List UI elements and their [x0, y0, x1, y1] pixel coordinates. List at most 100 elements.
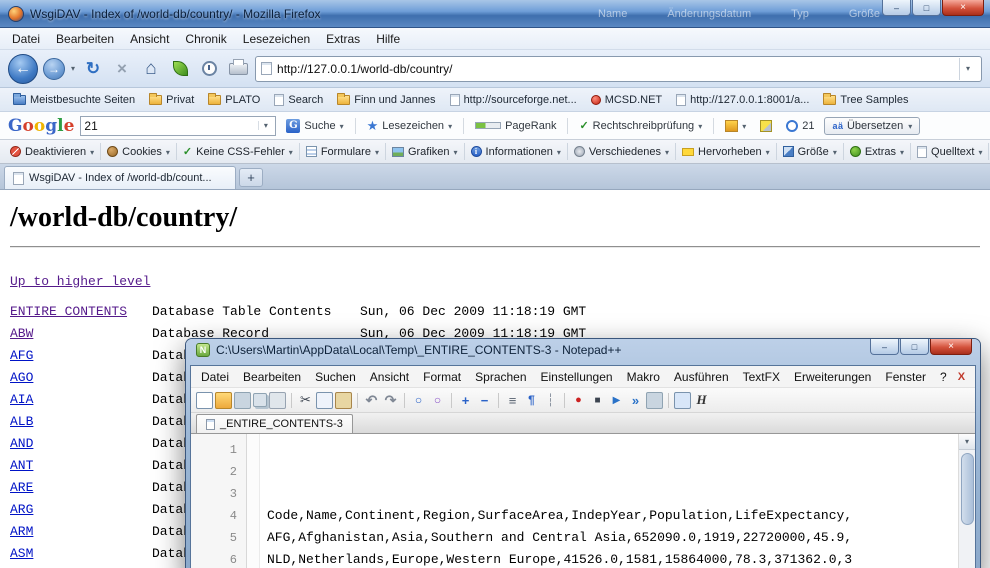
up-to-higher-level-link[interactable]: Up to higher level — [10, 274, 150, 289]
bookmark-item[interactable]: Tree Samples — [816, 92, 915, 108]
replace-icon[interactable] — [429, 392, 446, 409]
copy-icon[interactable] — [316, 392, 333, 409]
history-dropdown-icon[interactable] — [70, 64, 76, 73]
notepadpp-titlebar[interactable]: N C:\Users\Martin\AppData\Local\Temp\_EN… — [196, 343, 860, 357]
entry-link[interactable]: AFG — [10, 348, 33, 363]
pagerank-widget[interactable]: PageRank — [471, 118, 560, 134]
entry-link[interactable]: AGO — [10, 370, 33, 385]
bookmark-item[interactable]: Meistbesuchte Seiten — [6, 92, 142, 108]
show-all-characters-icon[interactable] — [523, 392, 540, 409]
close-button[interactable]: × — [930, 339, 972, 355]
editor-area[interactable]: 123456 Code,Name,Continent,Region,Surfac… — [191, 434, 975, 568]
webdev-menu-item[interactable]: Cookies — [101, 143, 177, 160]
minimize-button[interactable]: – — [882, 0, 911, 16]
code-text[interactable]: Code,Name,Continent,Region,SurfaceArea,I… — [260, 434, 958, 568]
url-dropdown-icon[interactable] — [959, 58, 976, 80]
search-history-dropdown-icon[interactable] — [258, 121, 272, 130]
url-input[interactable] — [277, 62, 954, 76]
menu-item[interactable]: Format — [416, 367, 468, 387]
menu-item[interactable]: Bearbeiten — [48, 29, 122, 49]
google-search-box[interactable] — [80, 116, 276, 136]
webdev-menu-item[interactable]: Extras — [844, 143, 911, 160]
menu-item[interactable]: Chronik — [177, 29, 234, 49]
entry-link[interactable]: AND — [10, 436, 33, 451]
menu-item[interactable]: Lesezeichen — [235, 29, 318, 49]
menu-item[interactable]: ? — [933, 367, 954, 387]
maximize-button[interactable]: □ — [900, 339, 929, 355]
menu-item[interactable]: Bearbeiten — [236, 367, 308, 387]
macro-play-icon[interactable] — [608, 392, 625, 409]
find-icon[interactable] — [410, 392, 427, 409]
entry-link[interactable]: ASM — [10, 546, 33, 561]
bookmark-item[interactable]: MCSD.NET — [584, 92, 669, 108]
translate-button[interactable]: Übersetzen — [824, 117, 920, 135]
webdev-menu-item[interactable]: Formulare — [300, 143, 386, 160]
home-button[interactable]: ⌂ — [139, 56, 163, 82]
webdev-menu-item[interactable]: Informationen — [465, 143, 568, 160]
bookmark-item[interactable]: http://127.0.0.1:8001/a... — [669, 92, 816, 108]
cut-icon[interactable] — [297, 392, 314, 409]
redo-icon[interactable] — [382, 392, 399, 409]
entry-link[interactable]: AIA — [10, 392, 33, 407]
entry-link[interactable]: ABW — [10, 326, 33, 341]
webdev-menu-item[interactable]: Grafiken — [386, 143, 465, 160]
url-bar[interactable] — [255, 56, 982, 82]
paste-icon[interactable] — [335, 392, 352, 409]
menu-item[interactable]: Ausführen — [667, 367, 736, 387]
forward-button[interactable]: → — [43, 58, 65, 80]
save-all-icon[interactable] — [253, 393, 267, 407]
zoom-out-icon[interactable] — [476, 392, 493, 409]
macro-save-icon[interactable] — [646, 392, 663, 409]
menu-item[interactable]: TextFX — [736, 367, 787, 387]
menu-item[interactable]: Extras — [318, 29, 368, 49]
minimize-button[interactable]: – — [870, 339, 899, 355]
webdev-menu-item[interactable]: Deaktivieren — [4, 143, 101, 160]
google-bookmarks-button[interactable]: Lesezeichen — [363, 116, 456, 136]
history-button[interactable] — [197, 56, 221, 82]
google-search-input[interactable] — [84, 119, 258, 133]
word-wrap-icon[interactable] — [504, 392, 521, 409]
entry-link[interactable]: ARM — [10, 524, 33, 539]
bookmark-item[interactable]: Privat — [142, 92, 201, 108]
highlighter-button[interactable] — [756, 118, 776, 134]
bookmark-item[interactable]: http://sourceforge.net... — [443, 92, 584, 108]
zoom-in-icon[interactable] — [457, 392, 474, 409]
macro-stop-icon[interactable] — [589, 392, 606, 409]
menu-item[interactable]: Einstellungen — [534, 367, 620, 387]
menu-item[interactable]: Erweiterungen — [787, 367, 878, 387]
maximize-button[interactable]: □ — [912, 0, 941, 16]
wsgidav-quill-button[interactable] — [168, 56, 192, 82]
scroll-up-icon[interactable] — [959, 434, 975, 450]
back-button[interactable]: ← — [8, 54, 38, 84]
entry-link[interactable]: ALB — [10, 414, 33, 429]
search-count[interactable]: 21 — [782, 118, 818, 134]
webdev-menu-item[interactable]: Keine CSS-Fehler — [177, 143, 300, 160]
scroll-thumb[interactable] — [961, 453, 974, 525]
entry-link[interactable]: ARE — [10, 480, 33, 495]
menu-item[interactable]: Datei — [4, 29, 48, 49]
menu-item[interactable]: Datei — [194, 367, 236, 387]
print-button[interactable] — [226, 56, 250, 82]
tab-wsgidav[interactable]: WsgiDAV - Index of /world-db/count... — [4, 166, 236, 189]
open-folder-icon[interactable] — [215, 392, 232, 409]
menu-item[interactable]: Makro — [620, 367, 667, 387]
menu-item[interactable]: Sprachen — [468, 367, 533, 387]
google-search-button[interactable]: G Suche — [282, 117, 347, 135]
bookmark-item[interactable]: Search — [267, 92, 330, 108]
menu-item[interactable]: Hilfe — [368, 29, 408, 49]
spellcheck-button[interactable]: Rechtschreibprüfung — [575, 117, 706, 134]
indent-guide-icon[interactable] — [542, 392, 559, 409]
vertical-scrollbar[interactable] — [958, 434, 975, 568]
menu-item[interactable]: Fenster — [878, 367, 933, 387]
close-button[interactable]: × — [942, 0, 984, 16]
bookmark-item[interactable]: PLATO — [201, 92, 267, 108]
document-tab[interactable]: _ENTIRE_CONTENTS-3 — [196, 414, 353, 433]
webdev-menu-item[interactable]: Hervorheben — [676, 143, 777, 160]
macro-record-icon[interactable] — [570, 392, 587, 409]
close-document-button[interactable]: X — [954, 370, 969, 384]
refresh-button[interactable]: ↻ — [81, 56, 105, 82]
new-tab-button[interactable]: + — [239, 168, 263, 187]
bookmark-item[interactable]: Finn und Jannes — [330, 92, 442, 108]
firefox-titlebar[interactable]: WsgiDAV - Index of /world-db/country/ - … — [0, 0, 990, 28]
save-icon[interactable] — [234, 392, 251, 409]
